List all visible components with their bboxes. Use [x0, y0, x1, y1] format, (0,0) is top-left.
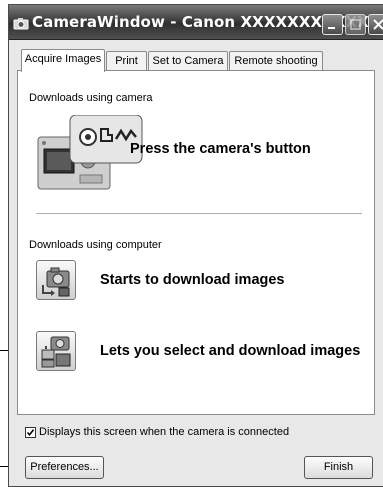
maximize-button[interactable] [345, 14, 366, 35]
preferences-button[interactable]: Preferences... [25, 456, 104, 479]
start-download-action[interactable]: Starts to download images [36, 258, 356, 302]
minimize-button[interactable] [322, 14, 343, 35]
press-camera-button-label: Press the camera's button [130, 141, 311, 157]
acquire-images-panel: Downloads using camera Press the camera'… [17, 70, 375, 415]
tab-acquire-images[interactable]: Acquire Images [21, 49, 105, 72]
window-title: CameraWindow - Canon XXXXXXXXXXX [32, 13, 369, 31]
camera-app-icon [13, 18, 29, 30]
tab-remote-shooting[interactable]: Remote shooting [229, 51, 323, 71]
title-bar[interactable]: CameraWindow - Canon XXXXXXXXXXX [9, 5, 383, 40]
computer-section-heading: Downloads using computer [29, 239, 162, 251]
camera-download-icon [36, 260, 76, 300]
tab-set-to-camera[interactable]: Set to Camera [148, 51, 228, 71]
startup-checkbox-label: Displays this screen when the camera is … [39, 426, 290, 438]
camera-section-heading: Downloads using camera [29, 92, 153, 104]
press-camera-button-action[interactable]: Press the camera's button [36, 115, 356, 195]
start-download-label: Starts to download images [100, 272, 285, 288]
tab-print[interactable]: Print [106, 51, 147, 71]
minimize-icon [328, 27, 335, 29]
close-button[interactable] [368, 14, 383, 35]
checkmark-icon [26, 429, 35, 437]
section-divider [36, 213, 362, 214]
maximize-icon [350, 19, 361, 30]
select-images-icon [36, 331, 76, 371]
select-download-action[interactable]: Lets you select and download images [36, 331, 366, 375]
startup-checkbox[interactable] [25, 427, 36, 438]
close-icon [373, 19, 383, 30]
finish-button[interactable]: Finish [304, 456, 373, 479]
camera-window: CameraWindow - Canon XXXXXXXXXXX Acquire… [8, 4, 383, 487]
select-download-label: Lets you select and download images [100, 343, 361, 359]
